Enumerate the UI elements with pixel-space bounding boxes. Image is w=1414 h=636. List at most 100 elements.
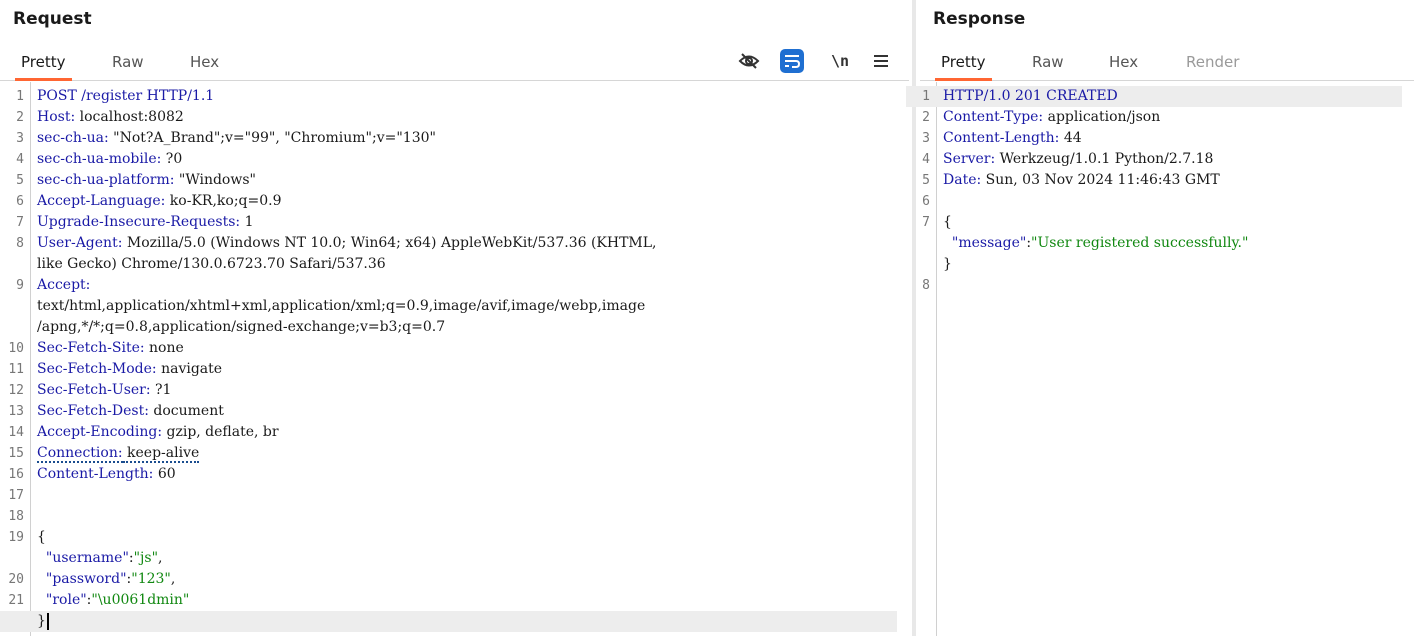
header-value: Mozilla/5.0 (Windows NT 10.0; Win64; x64…: [122, 235, 657, 251]
request-title: Request: [13, 9, 92, 29]
line-code: POST /register HTTP/1.1: [37, 86, 897, 107]
header-name: Sec-Fetch-Site:: [37, 340, 145, 356]
line-number: 9: [16, 278, 24, 293]
code-line: 6 Accept-Language: ko-KR,ko;q=0.9: [0, 191, 897, 212]
header-name: Sec-Fetch-Mode:: [37, 361, 157, 377]
header-name: HTTP/1.0 201 CREATED: [943, 88, 1118, 104]
code-line: 5 Date: Sun, 03 Nov 2024 11:46:43 GMT: [906, 170, 1402, 191]
json-string: "123": [131, 571, 171, 587]
header-name: sec-ch-ua:: [37, 130, 109, 146]
header-name: Accept:: [37, 277, 91, 293]
header-name: Host:: [37, 109, 76, 125]
eye-slash-icon[interactable]: [737, 49, 761, 73]
header-name: Content-Length:: [943, 130, 1060, 146]
header-name: Sec-Fetch-User:: [37, 382, 151, 398]
code-line: 10 Sec-Fetch-Site: none: [0, 338, 897, 359]
request-tabs: Pretty Raw Hex: [0, 48, 909, 81]
line-code: "role":"\u0061dmin": [37, 590, 897, 611]
response-tab-hex[interactable]: Hex: [1103, 52, 1144, 78]
header-name: Connection:: [37, 445, 123, 463]
code-line: 21 "role":"\u0061dmin": [0, 590, 897, 611]
header-value: {: [943, 214, 952, 230]
line-code: Accept-Encoding: gzip, deflate, br: [37, 422, 897, 443]
request-editor[interactable]: 1 POST /register HTTP/1.1 2 Host: localhost…: [0, 82, 909, 636]
code-line: 8: [906, 275, 1402, 296]
line-code: Server: Werkzeug/1.0.1 Python/2.7.18: [943, 149, 1402, 170]
code-line: like Gecko) Chrome/130.0.6723.70 Safari/…: [0, 254, 897, 275]
line-number: 19: [8, 530, 24, 545]
header-value: 60: [153, 466, 176, 482]
request-tab-raw[interactable]: Raw: [106, 52, 150, 78]
code-line: 16 Content-Length: 60: [0, 464, 897, 485]
line-number: 15: [8, 446, 24, 461]
line-code: }: [943, 254, 1402, 275]
response-tab-pretty[interactable]: Pretty: [935, 52, 992, 81]
header-value: }: [37, 613, 46, 629]
code-line: 2 Content-Type: application/json: [906, 107, 1402, 128]
header-value: ?0: [161, 151, 183, 167]
line-number: 6: [16, 194, 24, 209]
line-number: 16: [8, 467, 24, 482]
header-value: gzip, deflate, br: [162, 424, 279, 440]
json-key: "message": [943, 235, 1027, 251]
header-name: Accept-Language:: [37, 193, 166, 209]
code-line: 1 POST /register HTTP/1.1: [0, 86, 897, 107]
response-editor[interactable]: 1 HTTP/1.0 201 CREATED 2 Content-Type: appl…: [906, 82, 1414, 636]
response-tab-raw[interactable]: Raw: [1026, 52, 1070, 78]
line-number: 11: [8, 362, 24, 377]
line-number: 3: [922, 131, 930, 146]
header-value: none: [144, 340, 184, 356]
request-tab-pretty[interactable]: Pretty: [15, 52, 72, 81]
code-line: 13 Sec-Fetch-Dest: document: [0, 401, 897, 422]
line-code: Date: Sun, 03 Nov 2024 11:46:43 GMT: [943, 170, 1402, 191]
code-line: 6: [906, 191, 1402, 212]
header-name: sec-ch-ua-mobile:: [37, 151, 162, 167]
line-number: 5: [922, 173, 930, 188]
line-number: 14: [8, 425, 24, 440]
line-number: 20: [8, 572, 24, 587]
menu-icon[interactable]: [869, 49, 893, 73]
header-name: Upgrade-Insecure-Requests:: [37, 214, 241, 230]
line-number: 18: [8, 509, 24, 524]
header-name: Content-Type:: [943, 109, 1044, 125]
header-name: POST /register HTTP/1.1: [37, 88, 215, 104]
code-line: 2 Host: localhost:8082: [0, 107, 897, 128]
json-string: "\u0061dmin": [91, 592, 190, 608]
code-line: text/html,application/xhtml+xml,applicat…: [0, 296, 897, 317]
header-value: application/json: [1043, 109, 1161, 125]
line-code: Upgrade-Insecure-Requests: 1: [37, 212, 897, 233]
line-number: 7: [16, 215, 24, 230]
newline-icon[interactable]: \n: [828, 49, 852, 73]
code-line: 5 sec-ch-ua-platform: "Windows": [0, 170, 897, 191]
line-number: 1: [16, 89, 24, 104]
line-code: Host: localhost:8082: [37, 107, 897, 128]
header-value: text/html,application/xhtml+xml,applicat…: [37, 298, 646, 314]
code-line: }: [0, 611, 897, 632]
line-code: {: [943, 212, 1402, 233]
code-line: 4 sec-ch-ua-mobile: ?0: [0, 149, 897, 170]
request-tab-hex[interactable]: Hex: [184, 52, 225, 78]
header-name: User-Agent:: [37, 235, 123, 251]
request-pane: Request Pretty Raw Hex \n 1 POST /registe…: [0, 0, 909, 636]
wrap-lines-icon[interactable]: [780, 49, 804, 73]
code-line: 1 HTTP/1.0 201 CREATED: [906, 86, 1402, 107]
code-line: 4 Server: Werkzeug/1.0.1 Python/2.7.18: [906, 149, 1402, 170]
json-string: "js": [133, 550, 159, 566]
line-number: 10: [8, 341, 24, 356]
line-number: 4: [16, 152, 24, 167]
line-code: HTTP/1.0 201 CREATED: [943, 86, 1402, 107]
header-value: document: [148, 403, 224, 419]
line-code: }: [37, 611, 897, 632]
line-number: 17: [8, 488, 24, 503]
line-code: sec-ch-ua-platform: "Windows": [37, 170, 897, 191]
line-number: 21: [8, 593, 24, 608]
text-caret: [46, 612, 49, 630]
header-value: {: [37, 529, 46, 545]
line-code: Content-Length: 44: [943, 128, 1402, 149]
line-code: sec-ch-ua-mobile: ?0: [37, 149, 897, 170]
code-line: "message":"User registered successfully.…: [906, 233, 1402, 254]
header-value: Werkzeug/1.0.1 Python/2.7.18: [995, 151, 1214, 167]
response-tab-render[interactable]: Render: [1180, 52, 1245, 78]
line-code: Sec-Fetch-User: ?1: [37, 380, 897, 401]
line-code: "password":"123",: [37, 569, 897, 590]
